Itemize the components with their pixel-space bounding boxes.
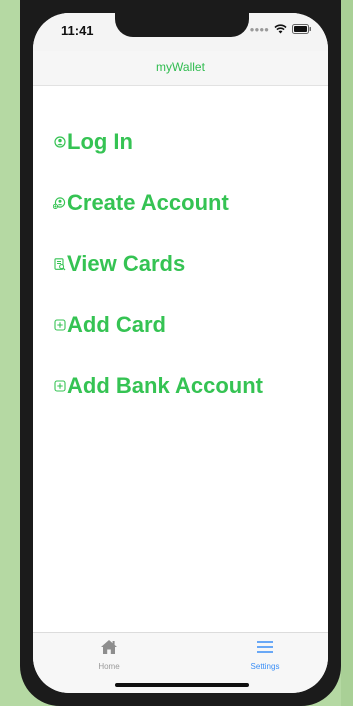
add-bank-account-button[interactable]: Add Bank Account bbox=[53, 366, 323, 406]
tab-home-label: Home bbox=[98, 662, 120, 671]
document-search-icon bbox=[53, 257, 66, 271]
create-account-button[interactable]: Create Account bbox=[53, 183, 323, 223]
nav-bar: myWallet bbox=[33, 51, 328, 86]
plus-square-icon bbox=[53, 319, 66, 332]
app-screen: 11:41 ●●●● myWallet Log In Create Accoun… bbox=[33, 13, 328, 693]
home-icon bbox=[100, 639, 118, 660]
menu-list: Log In Create Account View Cards Add Car… bbox=[53, 122, 323, 427]
status-icons: ●●●● bbox=[250, 24, 312, 36]
user-circle-icon bbox=[53, 136, 66, 149]
login-label: Log In bbox=[67, 129, 133, 154]
user-add-icon bbox=[53, 197, 66, 210]
plus-square-icon bbox=[53, 380, 66, 393]
add-bank-account-label: Add Bank Account bbox=[67, 373, 263, 398]
notch bbox=[115, 13, 249, 37]
home-indicator bbox=[115, 683, 249, 687]
view-cards-button[interactable]: View Cards bbox=[53, 244, 323, 284]
phone-frame: 11:41 ●●●● myWallet Log In Create Accoun… bbox=[20, 0, 341, 706]
battery-icon bbox=[292, 21, 312, 39]
tab-settings[interactable]: Settings bbox=[215, 639, 315, 673]
add-card-label: Add Card bbox=[67, 312, 166, 337]
status-time: 11:41 bbox=[61, 23, 94, 38]
signal-icon: ●●●● bbox=[249, 25, 269, 34]
tab-settings-label: Settings bbox=[250, 662, 280, 671]
backdrop-strip bbox=[341, 0, 353, 706]
add-card-button[interactable]: Add Card bbox=[53, 305, 323, 345]
nav-title: myWallet bbox=[156, 60, 205, 74]
create-account-label: Create Account bbox=[67, 190, 229, 215]
wifi-icon bbox=[274, 21, 287, 39]
menu-lines-icon bbox=[256, 639, 274, 660]
login-button[interactable]: Log In bbox=[53, 122, 323, 162]
tab-home[interactable]: Home bbox=[59, 639, 159, 673]
view-cards-label: View Cards bbox=[67, 251, 186, 276]
